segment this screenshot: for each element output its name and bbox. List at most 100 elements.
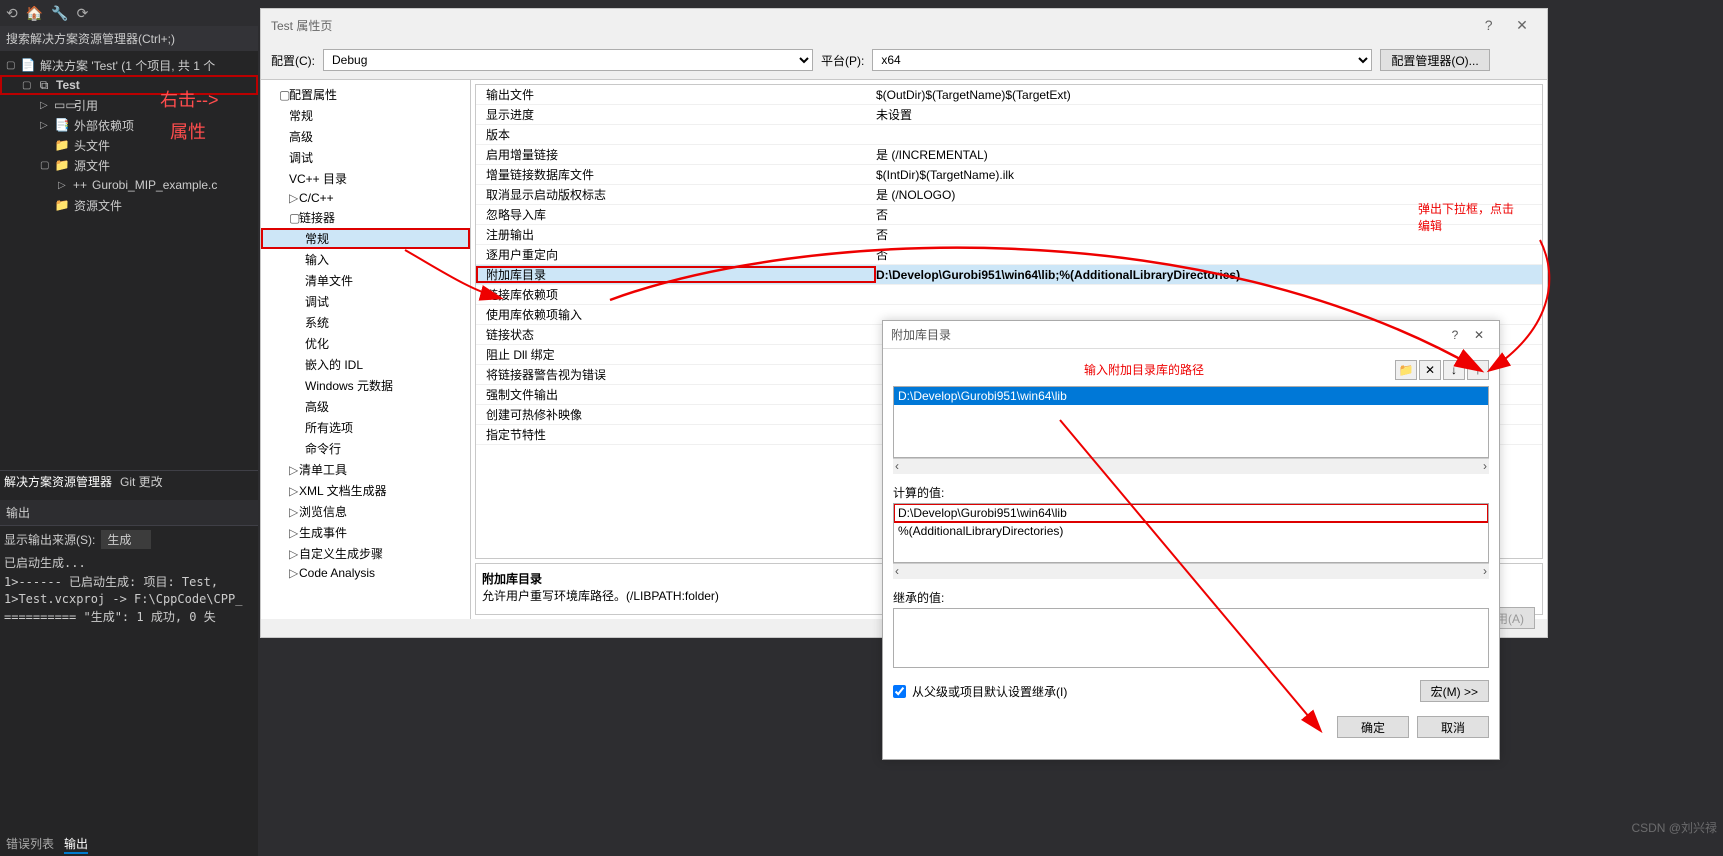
property-row[interactable]: 附加库目录D:\Develop\Gurobi951\win64\lib;%(Ad… <box>476 265 1542 285</box>
calculated-values: D:\Develop\Gurobi951\win64\lib %(Additio… <box>893 503 1489 563</box>
scrollbar[interactable]: ‹› <box>893 458 1489 474</box>
inherit-checkbox[interactable] <box>893 685 906 698</box>
delete-icon[interactable]: ✕ <box>1419 360 1441 380</box>
search-input[interactable]: 搜索解决方案资源管理器(Ctrl+;) <box>0 26 258 51</box>
tab-solution-explorer[interactable]: 解决方案资源管理器 <box>4 473 112 490</box>
move-up-icon[interactable]: ↑ <box>1467 360 1489 380</box>
property-tree[interactable]: ▢配置属性 常规 高级 调试 VC++ 目录 ▷C/C++ ▢链接器 常规 输入… <box>261 80 471 619</box>
property-row[interactable]: 显示进度未设置 <box>476 105 1542 125</box>
macros-button[interactable]: 宏(M) >> <box>1420 680 1489 702</box>
refresh-icon[interactable]: ⟳ <box>77 5 89 22</box>
tree-item[interactable]: 系统 <box>261 312 470 333</box>
property-key: 创建可热修补映像 <box>476 406 876 423</box>
tree-item[interactable]: ▷浏览信息 <box>261 501 470 522</box>
property-value: $(OutDir)$(TargetName)$(TargetExt) <box>876 88 1542 102</box>
wrench-icon[interactable]: 🔧 <box>51 5 68 22</box>
property-key: 显示进度 <box>476 106 876 123</box>
tree-item[interactable]: 高级 <box>261 126 470 147</box>
directories-list[interactable]: D:\Develop\Gurobi951\win64\lib <box>893 386 1489 458</box>
property-key: 将链接器警告视为错误 <box>476 366 876 383</box>
additional-lib-dirs-dialog: 附加库目录 ?✕ 输入附加目录库的路径 📁 ✕ ↓ ↑ D:\Develop\G… <box>882 320 1500 760</box>
ok-button[interactable]: 确定 <box>1337 716 1409 738</box>
tree-item[interactable]: 嵌入的 IDL <box>261 354 470 375</box>
solution-node[interactable]: ▢📄解决方案 'Test' (1 个项目, 共 1 个 <box>0 55 258 75</box>
tab-output[interactable]: 输出 <box>64 835 88 854</box>
tree-item[interactable]: ▷XML 文档生成器 <box>261 480 470 501</box>
solution-toolbar: ⟲ 🏠 🔧 ⟳ <box>0 0 258 26</box>
property-key: 逐用户重定向 <box>476 246 876 263</box>
external-deps-node[interactable]: ▷📑外部依赖项 <box>0 115 258 135</box>
list-item: D:\Develop\Gurobi951\win64\lib <box>894 504 1488 522</box>
property-row[interactable]: 版本 <box>476 125 1542 145</box>
config-manager-button[interactable]: 配置管理器(O)... <box>1380 49 1489 71</box>
platform-combo[interactable]: x64 <box>872 49 1372 71</box>
tree-linker-general[interactable]: 常规 <box>261 228 470 249</box>
tree-item[interactable]: 命令行 <box>261 438 470 459</box>
home-icon[interactable]: 🏠 <box>26 5 43 22</box>
tree-item[interactable]: ▷自定义生成步骤 <box>261 543 470 564</box>
source-file-node[interactable]: ▷++Gurobi_MIP_example.c <box>0 175 258 195</box>
tree-item[interactable]: VC++ 目录 <box>261 168 470 189</box>
tree-item[interactable]: 调试 <box>261 147 470 168</box>
property-row[interactable]: 链接库依赖项 <box>476 285 1542 305</box>
output-line: 已启动生成... <box>0 553 258 572</box>
annotation-dropdown-hint: 弹出下拉框，点击编辑 <box>1418 200 1514 234</box>
tree-item[interactable]: 常规 <box>261 105 470 126</box>
property-key: 指定节特性 <box>476 426 876 443</box>
property-row[interactable]: 注册输出否 <box>476 225 1542 245</box>
tree-item[interactable]: 优化 <box>261 333 470 354</box>
output-line: ========== "生成": 1 成功, 0 失 <box>0 607 258 626</box>
list-item[interactable]: D:\Develop\Gurobi951\win64\lib <box>894 387 1488 405</box>
tree-item[interactable]: ▷生成事件 <box>261 522 470 543</box>
annotation-input-hint: 输入附加目录库的路径 <box>893 357 1395 382</box>
tree-item[interactable]: 所有选项 <box>261 417 470 438</box>
property-row[interactable]: 增量链接数据库文件$(IntDir)$(TargetName).ilk <box>476 165 1542 185</box>
property-row[interactable]: 取消显示启动版权标志是 (/NOLOGO) <box>476 185 1542 205</box>
tree-item[interactable]: 调试 <box>261 291 470 312</box>
tree-label: Gurobi_MIP_example.c <box>92 178 217 192</box>
property-key: 注册输出 <box>476 226 876 243</box>
output-source-combo[interactable]: 生成 <box>101 530 151 549</box>
tree-item[interactable]: 高级 <box>261 396 470 417</box>
tree-item[interactable]: Windows 元数据 <box>261 375 470 396</box>
new-folder-icon[interactable]: 📁 <box>1395 360 1417 380</box>
property-value: 否 <box>876 246 1542 263</box>
project-label: Test <box>56 78 80 92</box>
tab-git[interactable]: Git 更改 <box>120 473 163 490</box>
help-icon[interactable]: ? <box>1474 17 1504 33</box>
property-row[interactable]: 逐用户重定向否 <box>476 245 1542 265</box>
property-key: 取消显示启动版权标志 <box>476 186 876 203</box>
tree-label: 资源文件 <box>74 197 122 214</box>
help-icon[interactable]: ? <box>1443 328 1467 342</box>
annotation-properties: 属性 <box>170 118 206 144</box>
sources-node[interactable]: ▢📁源文件 <box>0 155 258 175</box>
property-row[interactable]: 启用增量链接是 (/INCREMENTAL) <box>476 145 1542 165</box>
property-value: D:\Develop\Gurobi951\win64\lib;%(Additio… <box>876 268 1542 282</box>
project-node[interactable]: ▢⧉Test <box>0 75 258 95</box>
tree-cpp[interactable]: ▷C/C++ <box>261 189 470 207</box>
cancel-button[interactable]: 取消 <box>1417 716 1489 738</box>
property-row[interactable]: 忽略导入库否 <box>476 205 1542 225</box>
calculated-label: 计算的值: <box>893 484 1489 501</box>
tree-item[interactable]: 输入 <box>261 249 470 270</box>
close-icon[interactable]: ✕ <box>1467 328 1491 342</box>
references-node[interactable]: ▷▭▭引用 <box>0 95 258 115</box>
tree-linker[interactable]: ▢链接器 <box>261 207 470 228</box>
property-key: 强制文件输出 <box>476 386 876 403</box>
tree-item[interactable]: ▷Code Analysis <box>261 564 470 582</box>
property-key: 使用库依赖项输入 <box>476 306 876 323</box>
move-down-icon[interactable]: ↓ <box>1443 360 1465 380</box>
resources-node[interactable]: 📁资源文件 <box>0 195 258 215</box>
config-combo[interactable]: Debug <box>323 49 813 71</box>
property-row[interactable]: 输出文件$(OutDir)$(TargetName)$(TargetExt) <box>476 85 1542 105</box>
tree-item[interactable]: ▷清单工具 <box>261 459 470 480</box>
back-icon[interactable]: ⟲ <box>6 5 18 22</box>
headers-node[interactable]: 📁头文件 <box>0 135 258 155</box>
scrollbar[interactable]: ‹› <box>893 563 1489 579</box>
property-value: 是 (/INCREMENTAL) <box>876 146 1542 163</box>
tree-item[interactable]: 清单文件 <box>261 270 470 291</box>
tree-config-properties[interactable]: ▢配置属性 <box>261 84 470 105</box>
output-source-label: 显示输出来源(S): <box>4 531 95 548</box>
tab-error-list[interactable]: 错误列表 <box>6 835 54 854</box>
close-icon[interactable]: ✕ <box>1507 17 1537 34</box>
